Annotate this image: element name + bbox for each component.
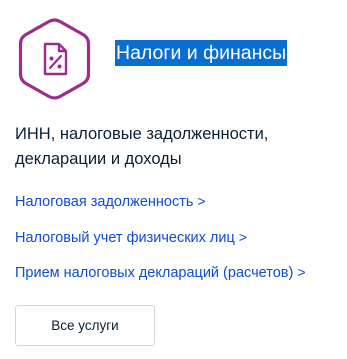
- tax-document-icon[interactable]: [15, 16, 94, 102]
- category-title-wrap: Налоги и финансы: [115, 40, 288, 66]
- service-link-item: Налоговая задолженность >: [15, 190, 345, 213]
- service-link-label: Прием налоговых деклараций (расчетов): [15, 265, 294, 281]
- category-title[interactable]: Налоги и финансы: [115, 40, 288, 66]
- service-link-item: Налоговый учет физических лиц >: [15, 226, 345, 249]
- service-link-label: Налоговый учет физических лиц: [15, 229, 235, 246]
- service-link-tax-accounting[interactable]: Налоговый учет физических лиц >: [15, 229, 247, 246]
- chevron-right-icon: >: [197, 193, 206, 209]
- category-description: ИНН, налоговые задолженности, декларации…: [15, 125, 269, 168]
- all-services-button[interactable]: Все услуги: [15, 305, 155, 346]
- chevron-right-icon: >: [297, 264, 306, 280]
- service-link-item: Прием налоговых деклараций (расчетов) >: [15, 261, 345, 284]
- service-category-card: Налоги и финансы ИНН, налоговые задолжен…: [0, 0, 347, 359]
- service-links-list: Налоговая задолженность > Налоговый учет …: [15, 190, 345, 297]
- chevron-right-icon: >: [238, 228, 247, 245]
- service-link-tax-debt[interactable]: Налоговая задолженность >: [15, 193, 206, 210]
- service-link-tax-declarations[interactable]: Прием налоговых деклараций (расчетов) >: [15, 264, 306, 281]
- service-link-label: Налоговая задолженность: [15, 194, 194, 210]
